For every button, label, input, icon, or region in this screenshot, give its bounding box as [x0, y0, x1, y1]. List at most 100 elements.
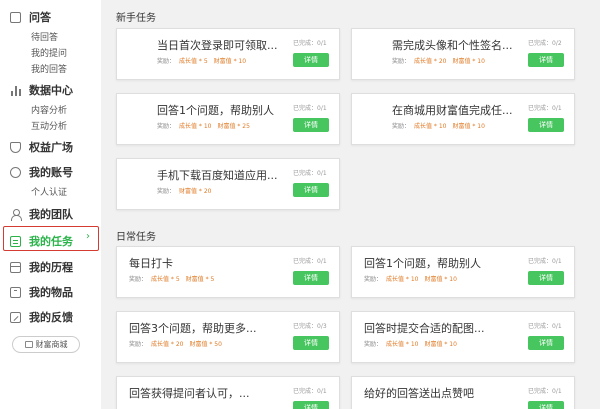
task-title: 回答时提交合适的配图... — [364, 322, 485, 335]
growth-value: 成长值 * 5 — [179, 58, 208, 65]
sidebar-item-tasks[interactable]: 我的任务 › — [3, 226, 99, 251]
reward-label: 奖励： — [129, 276, 148, 283]
task-card: 回答3个问题，帮助更多... 奖励： 成长值 * 20 财富值 * 50 已完成：0/3… — [116, 311, 340, 363]
task-progress: 已完成：0/1 — [293, 170, 327, 177]
sidebar-section-label: 数据中心 — [29, 84, 73, 97]
wealth-mall-button[interactable]: 财富商城 — [12, 336, 80, 353]
growth-value: 成长值 * 10 — [386, 276, 419, 283]
task-reward: 奖励： 成长值 * 20 财富值 * 10 — [392, 56, 485, 65]
details-button[interactable]: 详情 — [293, 271, 329, 285]
sidebar-item-my-answers[interactable]: 我的回答 — [31, 62, 67, 75]
task-card: 每日打卡奖励： 成长值 * 5 财富值 * 5 已完成：0/1 详情 — [116, 246, 340, 298]
task-card: 手机下载百度知道应用... 奖励： 财富值 * 20 已完成：0/1 详情 — [116, 158, 340, 210]
chevron-right-icon: › — [86, 231, 90, 242]
task-progress: 已完成：0/1 — [293, 388, 327, 395]
wealth-mall-label: 财富商城 — [35, 340, 68, 349]
sidebar-item-rights-plaza[interactable]: 权益广场 — [10, 139, 73, 155]
details-button[interactable]: 详情 — [293, 183, 329, 197]
sidebar-item-label: 我的历程 — [29, 261, 73, 274]
task-progress: 已完成：0/1 — [293, 105, 327, 112]
details-button[interactable]: 详情 — [528, 336, 564, 350]
details-button[interactable]: 详情 — [293, 53, 329, 67]
task-progress: 已完成：0/2 — [528, 40, 562, 47]
reward-label: 奖励： — [364, 276, 383, 283]
growth-value: 成长值 * 5 — [151, 276, 180, 283]
growth-value: 成长值 * 10 — [414, 123, 447, 130]
task-progress: 已完成：0/1 — [293, 258, 327, 265]
task-progress: 已完成：0/3 — [293, 323, 327, 330]
details-button[interactable]: 详情 — [528, 401, 564, 409]
wealth-value: 财富值 * 5 — [185, 276, 215, 283]
sidebar-item-my-questions[interactable]: 我的提问 — [31, 46, 67, 59]
sidebar-item-feedback[interactable]: 我的反馈 — [10, 309, 73, 325]
reward-label: 奖励： — [364, 341, 383, 348]
task-reward: 奖励： 成长值 * 5 财富值 * 5 — [129, 274, 214, 283]
reward-label: 奖励： — [392, 58, 411, 65]
details-button[interactable]: 详情 — [528, 53, 564, 67]
sidebar-item-interaction-analysis[interactable]: 互动分析 — [31, 119, 67, 132]
task-title: 回答获得提问者认可，... — [129, 387, 250, 400]
sidebar-item-label: 我的物品 — [29, 286, 73, 299]
task-reward: 奖励： 成长值 * 10 财富值 * 25 — [157, 121, 250, 130]
reward-label: 奖励： — [157, 188, 176, 195]
sidebar-item-label: 权益广场 — [29, 141, 73, 154]
sidebar: 问答 待回答 我的提问 我的回答 数据中心 内容分析 互动分析 权益广场 我的账… — [0, 0, 101, 409]
section-title-newbie-tasks: 新手任务 — [116, 13, 156, 24]
task-card: 在商城用财富值完成任... 奖励： 成长值 * 10 财富值 * 10 已完成：0/1 详… — [351, 93, 575, 145]
task-card: 回答1个问题，帮助别人 奖励： 成长值 * 10 财富值 * 10 已完成：0/1 详情 — [351, 246, 575, 298]
edit-icon — [10, 311, 21, 323]
sidebar-item-content-analysis[interactable]: 内容分析 — [31, 103, 67, 116]
calendar-icon — [10, 261, 21, 273]
shield-icon — [10, 141, 21, 153]
sidebar-item-label: 我的团队 — [29, 208, 73, 221]
sidebar-item-history[interactable]: 我的历程 — [10, 259, 73, 275]
sidebar-item-items[interactable]: 我的物品 — [10, 284, 73, 300]
sidebar-item-pending-answers[interactable]: 待回答 — [31, 30, 58, 43]
task-card: 回答1个问题，帮助别人 奖励： 成长值 * 10 财富值 * 25 已完成：0/1 详情 — [116, 93, 340, 145]
details-button[interactable]: 详情 — [293, 118, 329, 132]
wealth-value: 财富值 * 10 — [424, 276, 457, 283]
wealth-value: 财富值 * 10 — [452, 58, 485, 65]
task-progress: 已完成：0/1 — [528, 105, 562, 112]
question-icon — [10, 11, 21, 23]
details-button[interactable]: 详情 — [528, 118, 564, 132]
growth-value: 成长值 * 10 — [179, 123, 212, 130]
details-button[interactable]: 详情 — [293, 401, 329, 409]
task-reward: 奖励： 成长值 * 10 财富值 * 10 — [364, 274, 457, 283]
sidebar-section-data-center[interactable]: 数据中心 — [10, 82, 73, 98]
details-button[interactable]: 详情 — [293, 336, 329, 350]
task-progress: 已完成：0/1 — [293, 40, 327, 47]
wealth-value: 财富值 * 10 — [424, 341, 457, 348]
task-card: 给好的回答送出点赞吧 已完成：0/1 详情 — [351, 376, 575, 409]
task-progress: 已完成：0/1 — [528, 323, 562, 330]
team-icon — [10, 208, 22, 221]
task-card: 当日首次登录即可领取... 奖励： 成长值 * 5 财富值 * 10 已完成：0/1 详情 — [116, 28, 340, 80]
wealth-value: 财富值 * 50 — [189, 341, 222, 348]
sidebar-item-label: 我的任务 — [29, 235, 73, 248]
growth-value: 成长值 * 20 — [151, 341, 184, 348]
sidebar-item-verification[interactable]: 个人认证 — [31, 185, 67, 198]
task-reward: 奖励： 成长值 * 5 财富值 * 10 — [157, 56, 246, 65]
reward-label: 奖励： — [157, 58, 176, 65]
reward-label: 奖励： — [157, 123, 176, 130]
sidebar-item-team[interactable]: 我的团队 — [10, 206, 73, 222]
bar-chart-icon — [10, 85, 21, 96]
task-card: 回答时提交合适的配图... 奖励： 成长值 * 10 财富值 * 10 已完成：0/1 详… — [351, 311, 575, 363]
sidebar-section-qa[interactable]: 问答 — [10, 9, 51, 25]
task-card: 需完成头像和个性签名... 奖励： 成长值 * 20 财富值 * 10 已完成：0/2 详… — [351, 28, 575, 80]
details-button[interactable]: 详情 — [528, 271, 564, 285]
box-icon — [10, 286, 21, 298]
gift-icon — [24, 341, 33, 348]
growth-value: 成长值 * 20 — [414, 58, 447, 65]
reward-label: 奖励： — [392, 123, 411, 130]
sidebar-section-label: 我的账号 — [29, 166, 73, 179]
sidebar-section-label: 问答 — [29, 11, 51, 24]
task-reward: 奖励： 成长值 * 10 财富值 * 10 — [392, 121, 485, 130]
reward-label: 奖励： — [129, 341, 148, 348]
growth-value: 成长值 * 10 — [386, 341, 419, 348]
task-list-icon — [10, 235, 21, 247]
wealth-value: 财富值 * 10 — [213, 58, 247, 65]
task-title: 每日打卡 — [129, 257, 173, 270]
sidebar-section-account[interactable]: 我的账号 — [10, 164, 73, 180]
wealth-value: 财富值 * 25 — [217, 123, 250, 130]
